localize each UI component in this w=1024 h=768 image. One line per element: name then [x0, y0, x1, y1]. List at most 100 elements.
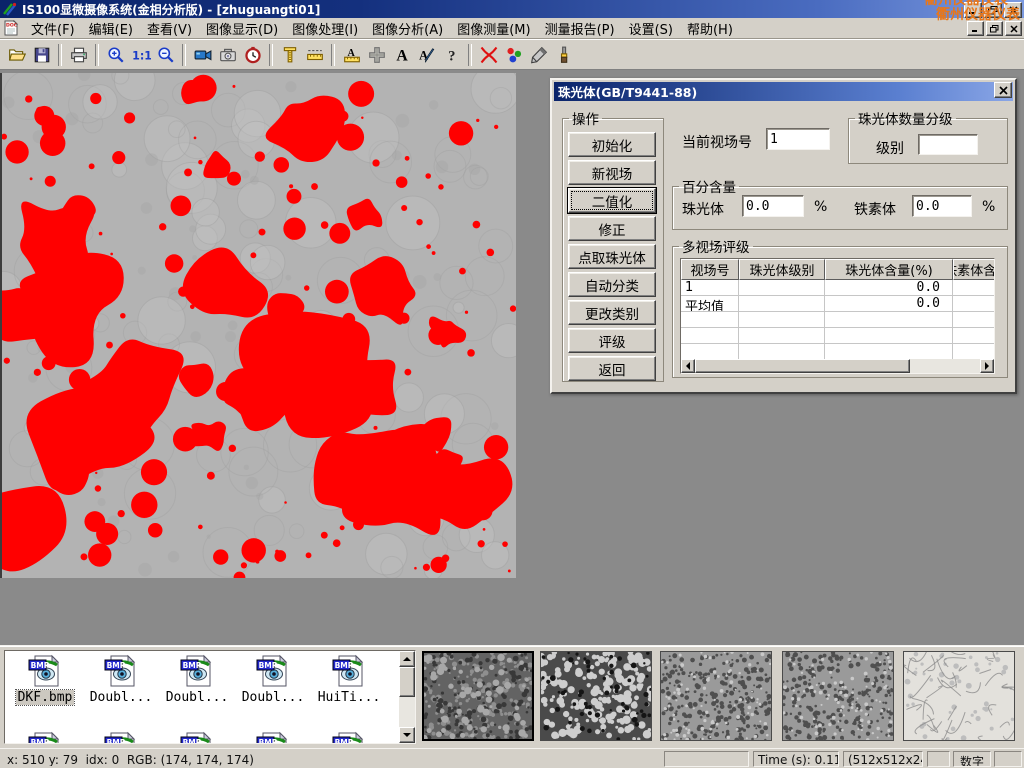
thumbnail[interactable] [422, 651, 534, 741]
file-item[interactable]: BMP [311, 731, 387, 744]
brush-tool-button[interactable] [551, 42, 576, 67]
scroll-right-button[interactable] [980, 359, 994, 373]
pearlite-percent-input[interactable] [742, 195, 804, 217]
thumbnail[interactable] [782, 651, 894, 741]
video-capture-button[interactable] [190, 42, 215, 67]
dialog-titlebar[interactable]: 珠光体(GB/T9441-88) [554, 82, 1013, 101]
toolbar-separator [331, 44, 335, 66]
table-cell [681, 344, 739, 360]
menu-item-image-display[interactable]: 图像显示(D) [199, 17, 285, 40]
table-cell [739, 328, 825, 344]
menu-item-image-analysis[interactable]: 图像分析(A) [365, 17, 450, 40]
file-item[interactable]: BMP [83, 731, 159, 744]
table-header-cell[interactable]: 珠光体级别 [739, 259, 825, 280]
zoom-out-button[interactable] [153, 42, 178, 67]
current-field-input[interactable] [766, 128, 830, 150]
file-name[interactable]: Doubl... [164, 690, 231, 705]
scroll-up-button[interactable] [399, 651, 415, 667]
micro-image[interactable] [2, 73, 516, 578]
rating-table[interactable]: 视场号珠光体级别珠光体含量(%)铁素体含量(%) 10.0平均值0.0 [680, 258, 995, 374]
print-button[interactable] [66, 42, 91, 67]
menu-item-image-process[interactable]: 图像处理(I) [285, 17, 365, 40]
op-button-new-field[interactable]: 新视场 [568, 160, 656, 185]
scroll-left-button[interactable] [681, 359, 695, 373]
file-name[interactable]: Doubl... [240, 690, 307, 705]
text-edit-button[interactable]: A [414, 42, 439, 67]
table-row[interactable] [681, 328, 995, 344]
svg-text:?: ? [448, 48, 455, 63]
scroll-thumb[interactable] [695, 359, 910, 373]
zoom-in-button[interactable] [103, 42, 128, 67]
text-button[interactable]: A [389, 42, 414, 67]
save-button[interactable] [29, 42, 54, 67]
file-item[interactable]: BMP Doubl... [83, 654, 159, 705]
menu-item-settings[interactable]: 设置(S) [622, 17, 680, 40]
file-scrollbar[interactable] [399, 651, 415, 743]
measure-text-icon: A [343, 46, 361, 64]
file-item[interactable]: BMP [7, 731, 83, 744]
restore-button[interactable] [984, 2, 1002, 18]
op-button-correct[interactable]: 修正 [568, 216, 656, 241]
ferrite-percent-input[interactable] [912, 195, 972, 217]
menu-item-image-measure[interactable]: 图像测量(M) [450, 17, 537, 40]
file-name[interactable]: HuiTi... [316, 690, 383, 705]
menu-item-file[interactable]: 文件(F) [24, 17, 82, 40]
mdi-minimize-button[interactable] [967, 21, 984, 36]
curve-tool-button[interactable] [476, 42, 501, 67]
table-header-cell[interactable]: 视场号 [681, 259, 739, 280]
file-item[interactable]: BMP [235, 731, 311, 744]
file-item[interactable]: BMP DKF.bmp [7, 654, 83, 705]
dialog-close-button[interactable] [994, 82, 1012, 98]
op-button-change-class[interactable]: 更改类别 [568, 300, 656, 325]
op-button-initialize[interactable]: 初始化 [568, 132, 656, 157]
table-row[interactable]: 10.0 [681, 280, 995, 296]
mdi-close-button[interactable] [1005, 21, 1022, 36]
thumbnail[interactable] [540, 651, 652, 741]
help-button[interactable]: ? [439, 42, 464, 67]
op-button-return[interactable]: 返回 [568, 356, 656, 381]
close-button[interactable] [1004, 2, 1022, 18]
scroll-down-button[interactable] [399, 727, 415, 743]
svg-text:BMP: BMP [31, 738, 50, 744]
file-browser[interactable]: BMP DKF.bmp BMP Doubl... BMP Doubl... BM… [4, 650, 416, 744]
file-item[interactable]: BMP Doubl... [235, 654, 311, 705]
file-name[interactable]: Doubl... [88, 690, 155, 705]
table-header-cell[interactable]: 珠光体含量(%) [825, 259, 953, 280]
file-item[interactable]: BMP Doubl... [159, 654, 235, 705]
open-button[interactable] [4, 42, 29, 67]
table-cell [681, 312, 739, 328]
menu-item-edit[interactable]: 编辑(E) [82, 17, 140, 40]
file-item[interactable]: BMP HuiTi... [311, 654, 387, 705]
op-button-pick-pearlite[interactable]: 点取珠光体 [568, 244, 656, 269]
scroll-thumb[interactable] [399, 667, 415, 697]
minimize-button[interactable] [964, 2, 982, 18]
pearlite-dialog[interactable]: 珠光体(GB/T9441-88) 操作 初始化新视场二值化修正点取珠光体自动分类… [550, 78, 1017, 394]
op-button-auto-classify[interactable]: 自动分类 [568, 272, 656, 297]
table-h-scrollbar[interactable] [681, 359, 994, 373]
thumbnail[interactable] [903, 651, 1015, 741]
mdi-restore-button[interactable] [986, 21, 1003, 36]
timer-button[interactable] [240, 42, 265, 67]
level-input[interactable] [918, 134, 978, 155]
table-header-cell[interactable]: 铁素体含量(%) [953, 259, 995, 280]
document-icon[interactable]: DOC [3, 20, 19, 36]
table-row[interactable] [681, 344, 995, 360]
menu-item-help[interactable]: 帮助(H) [680, 17, 740, 40]
zoom-actual-button[interactable]: 1:1 [128, 42, 153, 67]
thumbnail[interactable] [660, 651, 772, 741]
file-item[interactable]: BMP [159, 731, 235, 744]
caliper-button[interactable] [277, 42, 302, 67]
table-row[interactable]: 平均值0.0 [681, 296, 995, 312]
menu-item-report[interactable]: 测量报告(P) [538, 17, 622, 40]
measure-label-button[interactable]: A [339, 42, 364, 67]
ruler-button[interactable] [302, 42, 327, 67]
color-points-button[interactable] [501, 42, 526, 67]
menu-item-view[interactable]: 查看(V) [140, 17, 199, 40]
photo-capture-button[interactable] [215, 42, 240, 67]
grid-cross-button[interactable] [364, 42, 389, 67]
pen-tool-button[interactable] [526, 42, 551, 67]
table-row[interactable] [681, 312, 995, 328]
op-button-rate[interactable]: 评级 [568, 328, 656, 353]
file-name[interactable]: DKF.bmp [16, 690, 75, 705]
op-button-binarize[interactable]: 二值化 [568, 188, 656, 213]
